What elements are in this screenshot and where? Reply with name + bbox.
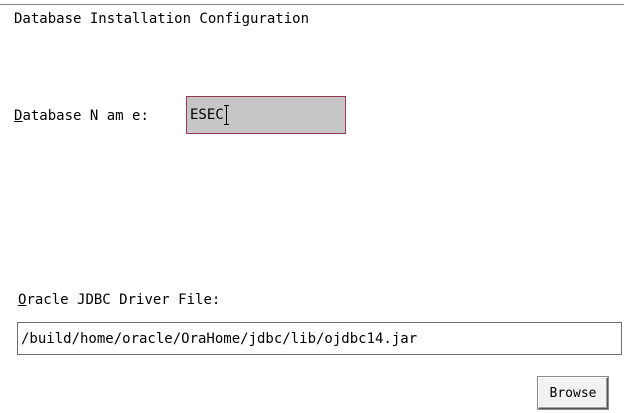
jdbc-driver-file-input[interactable]: /build/home/oracle/OraHome/jdbc/lib/ojdb… xyxy=(17,322,622,355)
text-cursor-icon xyxy=(223,105,229,125)
page-title: Database Installation Configuration xyxy=(14,11,310,27)
database-name-label-text: atabase N am e: xyxy=(22,108,149,124)
jdbc-driver-file-label: Oracle JDBC Driver File: xyxy=(18,292,220,308)
browse-button[interactable]: Browse xyxy=(538,377,608,409)
jdbc-driver-file-label-text: racle JDBC Driver File: xyxy=(26,292,221,308)
top-divider xyxy=(0,4,624,5)
database-name-value: ESEC xyxy=(190,107,224,123)
database-name-label: Database N am e: xyxy=(14,108,149,124)
database-name-input[interactable]: ESEC xyxy=(186,96,346,134)
